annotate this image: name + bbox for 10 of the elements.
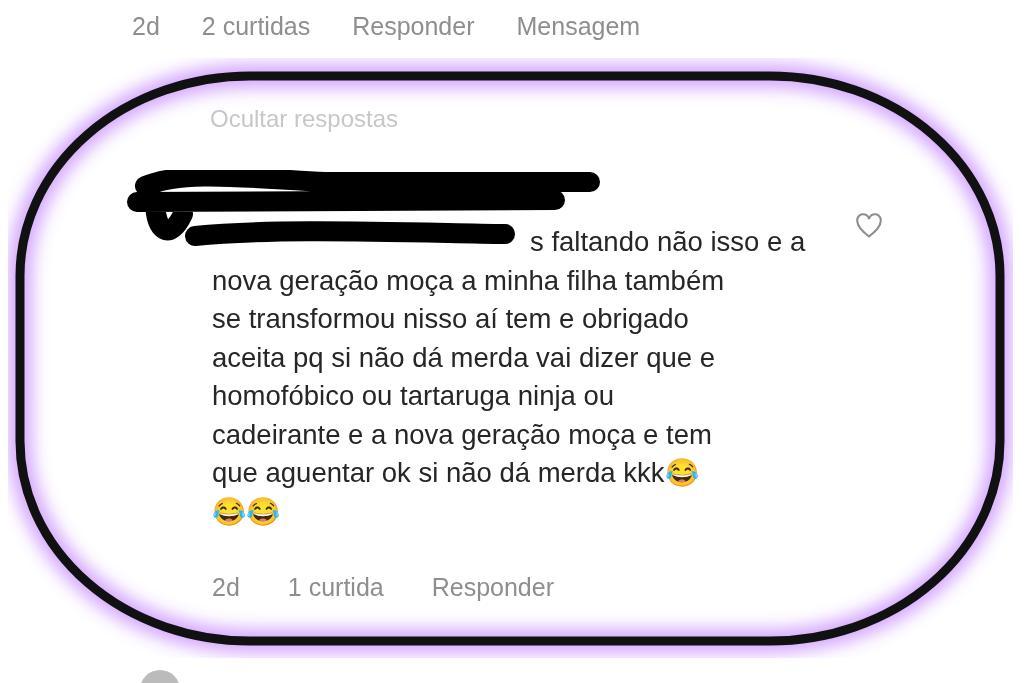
comment-text: s faltando não isso e a nova geração moça a minha filha também se transformou nisso aí tem e obrigado aceita pq si não dá merda vai dizer que e homofóbico ou tartaruga ninja ou cadeirante e a nova geração moça e tem que aguentar ok si não dá merda kkk😂 😂😂: [212, 225, 806, 529]
message-link[interactable]: Mensagem: [516, 12, 641, 41]
heart-icon[interactable]: [855, 213, 884, 239]
likes-link[interactable]: 2 curtidas: [201, 12, 311, 41]
reply-link[interactable]: Responder: [352, 12, 475, 41]
comment-time: 2d: [132, 12, 160, 41]
hide-replies-link[interactable]: Ocultar respostas: [210, 105, 399, 133]
reply-link[interactable]: Responder: [431, 573, 554, 602]
likes-link[interactable]: 1 curtida: [287, 573, 384, 602]
comment-time: 2d: [212, 573, 240, 602]
